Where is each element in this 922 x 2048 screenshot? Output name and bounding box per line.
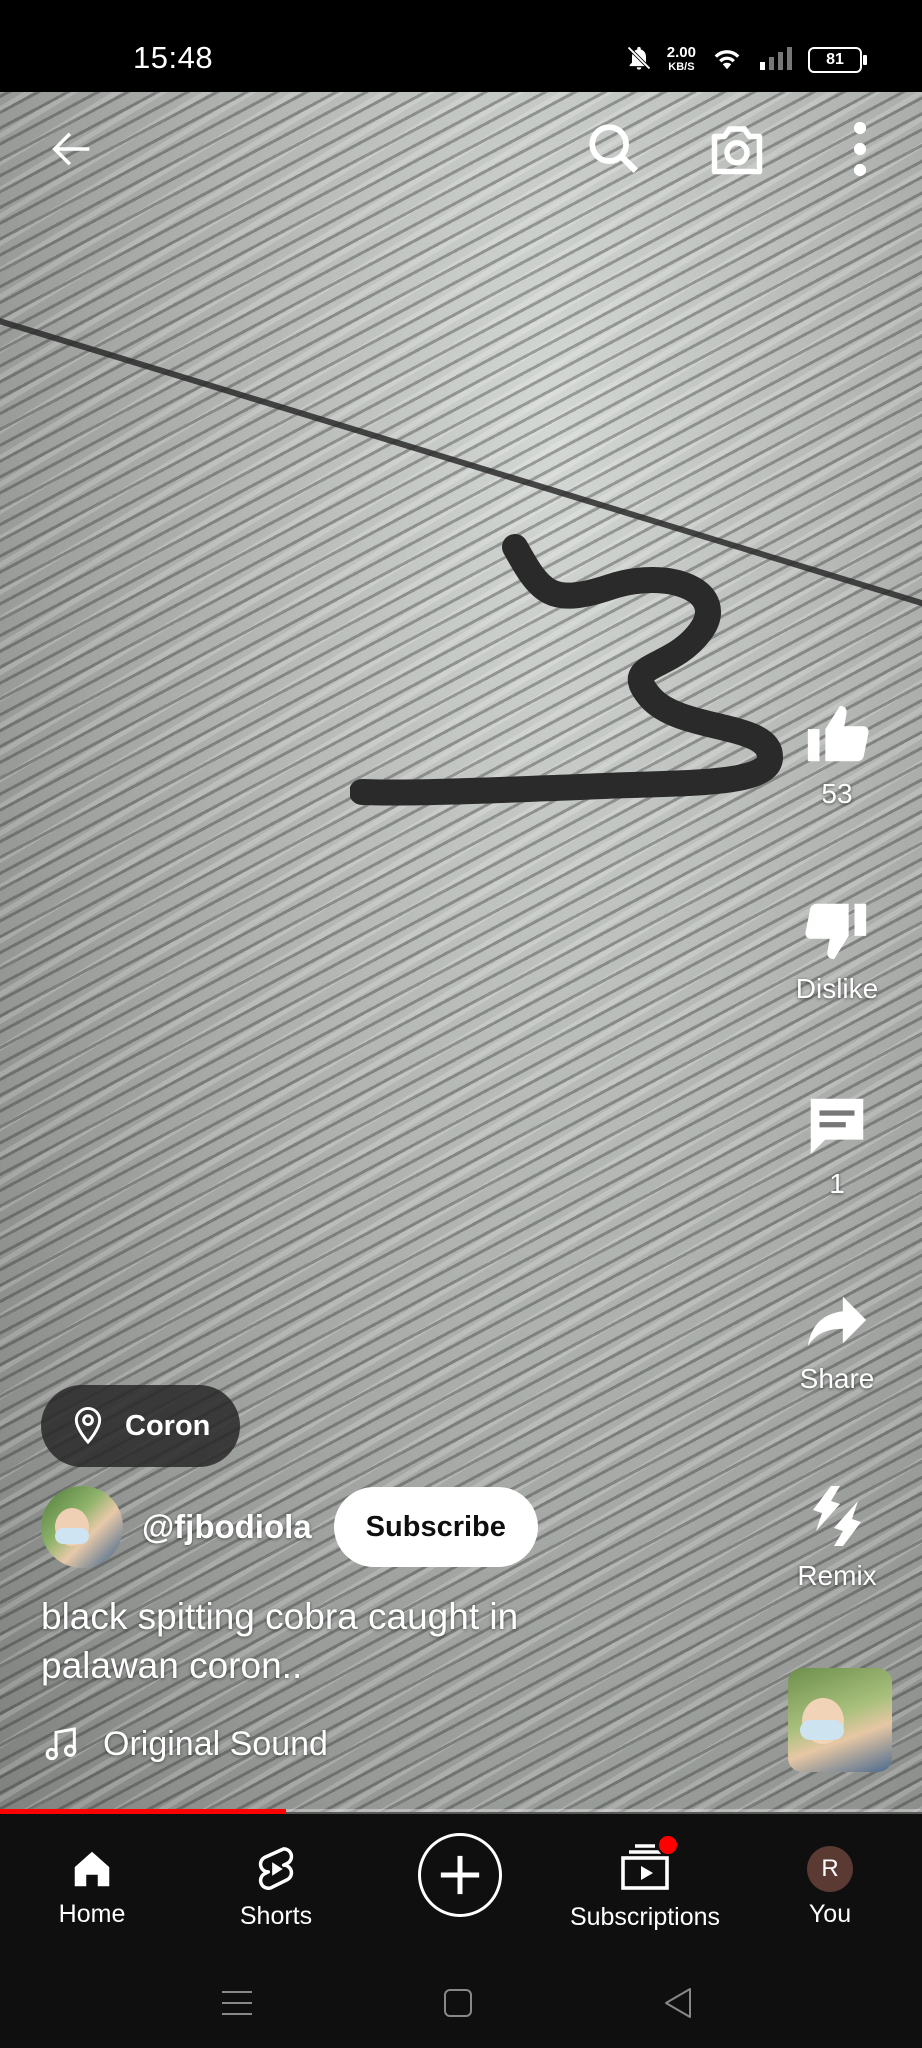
nav-home-label: Home [58,1899,126,1928]
like-count: 53 [821,778,853,809]
triangle-back-icon [665,1988,691,2018]
share-button[interactable]: Share [782,1285,892,1395]
sound-thumbnail[interactable] [788,1668,892,1772]
remix-icon [813,1486,861,1546]
system-nav-bar [0,1960,922,2048]
bottom-nav: Home Shorts Subscriptions R You [0,1814,922,1960]
location-pin-icon [74,1407,102,1445]
comments-button[interactable]: 1 [782,1090,892,1200]
sound-label: Original Sound [103,1724,328,1763]
search-icon [589,124,638,173]
nav-shorts[interactable]: Shorts [184,1814,368,1960]
avatar: R [807,1845,853,1892]
share-icon [807,1296,867,1347]
dislike-button[interactable]: Dislike [782,895,892,1005]
thumb-up-icon [807,705,869,762]
back-system-button[interactable] [648,1978,708,2028]
more-button[interactable] [828,117,892,181]
location-label: Coron [125,1409,211,1442]
nav-home[interactable]: Home [0,1814,184,1960]
channel-row: @fjbodiola Subscribe [41,1486,538,1568]
status-time: 15:48 [133,40,214,75]
shorts-icon [258,1846,294,1890]
recents-button[interactable] [207,1978,267,2028]
location-chip[interactable]: Coron [41,1385,241,1467]
dislike-label: Dislike [795,973,879,1004]
camera-icon [711,126,763,175]
thumb-down-icon [805,903,867,960]
snake-image [350,534,784,806]
comment-count: 1 [829,1168,845,1199]
comment-icon [810,1098,864,1155]
channel-avatar[interactable] [41,1486,123,1568]
more-vert-icon [853,121,867,177]
share-label: Share [799,1363,875,1394]
nav-you-label: You [808,1899,852,1928]
like-button[interactable]: 53 [782,700,892,810]
home-icon [74,1851,110,1886]
nav-shorts-label: Shorts [239,1901,313,1930]
back-button[interactable] [40,117,104,181]
nav-subscriptions-label: Subscriptions [569,1903,721,1931]
wifi-icon [710,44,744,77]
remix-label: Remix [797,1560,877,1591]
search-button[interactable] [582,117,646,181]
notification-badge [657,1834,679,1856]
nav-subscriptions[interactable]: Subscriptions [553,1814,737,1960]
subscribe-button[interactable]: Subscribe [333,1487,538,1567]
video-title[interactable]: black spitting cobra caught in palawan c… [41,1592,641,1690]
menu-lines-icon [222,1991,252,2015]
mute-icon [625,44,653,77]
sound-link[interactable]: Original Sound [41,1723,328,1765]
status-icons: 2.00 KB/S 81 [625,38,867,82]
camera-button[interactable] [705,117,769,181]
create-button[interactable] [418,1833,502,1917]
status-bar: 15:48 2.00 KB/S 81 [0,0,922,92]
remix-button[interactable]: Remix [782,1480,892,1592]
music-note-icon [45,1727,77,1761]
battery-icon: 81 [808,47,867,73]
channel-handle[interactable]: @fjbodiola [142,1508,312,1546]
arrow-left-icon [52,132,90,166]
square-icon [444,1989,472,2017]
create-plus-icon [440,1855,480,1895]
nav-you[interactable]: R You [738,1814,922,1960]
net-speed: 2.00 KB/S [666,44,696,73]
signal-icon [758,44,794,77]
home-system-button[interactable] [428,1978,488,2028]
